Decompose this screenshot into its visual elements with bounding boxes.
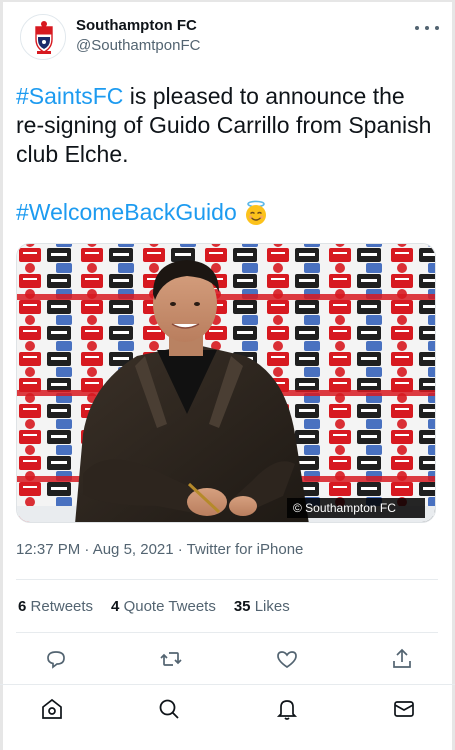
display-name[interactable]: Southampton FC — [76, 16, 200, 36]
bottom-tab-bar — [0, 684, 455, 750]
divider — [16, 579, 438, 580]
retweets-stat[interactable]: 6 Retweets — [18, 598, 93, 615]
southampton-crest-icon — [21, 15, 65, 59]
tweet-header: Southampton FC @SouthamtponFC — [16, 12, 441, 68]
image-credit: © Southampton FC — [293, 501, 396, 515]
notifications-icon[interactable] — [275, 697, 299, 721]
avatar[interactable] — [20, 14, 66, 60]
tweet-actions — [44, 644, 414, 674]
share-icon[interactable] — [390, 647, 414, 671]
hashtag-link[interactable]: #WelcomeBackGuido — [16, 198, 237, 227]
likes-label: Likes — [254, 598, 290, 615]
smiling-face-with-halo-icon — [243, 200, 269, 226]
quotes-count: 4 — [111, 598, 120, 615]
retweets-count: 6 — [18, 598, 27, 615]
quotes-label: Quote Tweets — [123, 598, 216, 615]
likes-count: 35 — [233, 598, 251, 615]
signing-photo — [17, 244, 435, 522]
user-handle[interactable]: @SouthamtponFC — [76, 36, 200, 56]
timestamp[interactable]: 12:37 PM · Aug 5, 2021 · Twitter for iPh… — [16, 541, 303, 558]
messages-icon[interactable] — [392, 697, 416, 721]
home-icon[interactable] — [40, 697, 64, 721]
like-icon[interactable] — [275, 647, 299, 671]
search-icon[interactable] — [157, 697, 181, 721]
reply-icon[interactable] — [44, 647, 68, 671]
tweet-text: #SaintsFC is pleased to announce the re-… — [16, 82, 436, 169]
more-options-icon[interactable] — [415, 20, 439, 36]
divider — [16, 632, 438, 633]
likes-stat[interactable]: 35 Likes — [234, 598, 290, 615]
engagement-stats: 6 Retweets 4 Quote Tweets 35 Likes — [18, 598, 290, 615]
hashtag-link[interactable]: #SaintsFC — [16, 83, 123, 109]
retweets-label: Retweets — [30, 598, 94, 615]
quotes-stat[interactable]: 4 Quote Tweets — [111, 598, 216, 615]
retweet-icon[interactable] — [159, 647, 183, 671]
tweet-image[interactable]: © Southampton FC — [16, 243, 436, 523]
hashtag-line: #WelcomeBackGuido — [16, 198, 269, 227]
